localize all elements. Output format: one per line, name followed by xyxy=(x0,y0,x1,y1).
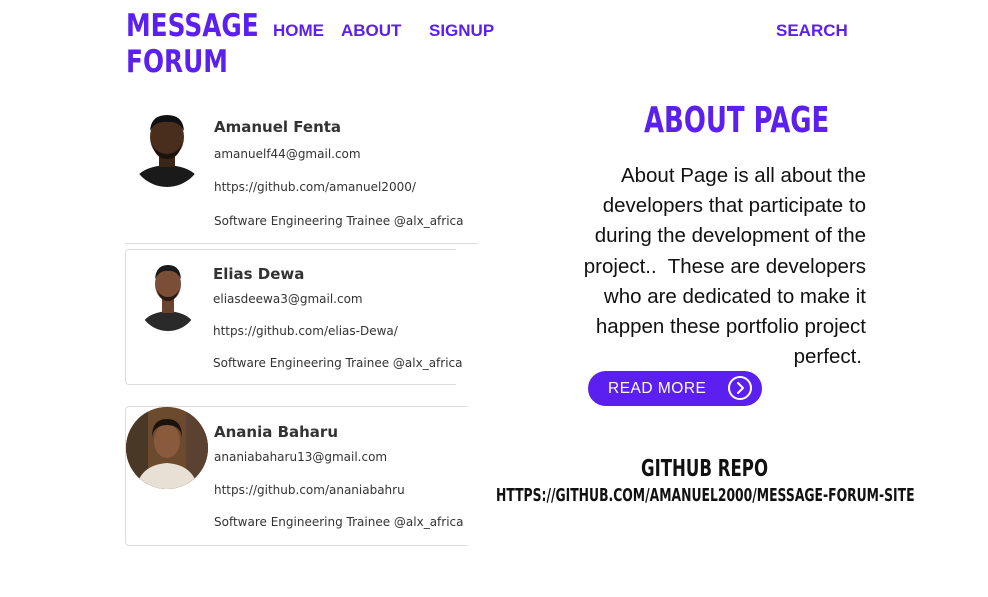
about-line: About Page is all about the xyxy=(620,164,866,187)
developer-name: Amanuel Fenta xyxy=(214,118,342,136)
avatar xyxy=(131,107,203,187)
about-line: who are dedicated to make it xyxy=(603,284,866,308)
about-title: ABOUT PAGE xyxy=(644,100,830,141)
developer-github-link[interactable]: https://github.com/ananiabahru xyxy=(214,483,405,497)
about-line: developers that participate to xyxy=(602,194,866,218)
nav-search-link[interactable]: SEARCH xyxy=(776,21,848,41)
read-more-label: READ MORE xyxy=(608,380,707,397)
nav-about-link[interactable]: ABOUT xyxy=(341,21,401,41)
nav-home-link[interactable]: HOME xyxy=(273,21,324,41)
developer-email: amanuelf44@gmail.com xyxy=(214,147,361,161)
developer-name: Elias Dewa xyxy=(213,265,305,283)
developer-card: Anania Baharu ananiabaharu13@gmail.com h… xyxy=(125,406,468,546)
developer-role: Software Engineering Trainee @alx_africa xyxy=(213,356,463,370)
avatar xyxy=(126,407,208,489)
developer-role: Software Engineering Trainee @alx_africa xyxy=(214,214,464,228)
developer-email: eliasdeewa3@gmail.com xyxy=(213,292,363,306)
developer-github-link[interactable]: https://github.com/elias-Dewa/ xyxy=(213,324,398,338)
about-line: during the development of the xyxy=(594,224,866,248)
developer-role: Software Engineering Trainee @alx_africa xyxy=(214,515,464,529)
chevron-right-icon xyxy=(728,376,752,400)
site-logo[interactable]: MESSAGE FORUM xyxy=(126,8,259,80)
read-more-button[interactable]: READ MORE xyxy=(588,371,762,406)
developer-card: Elias Dewa eliasdeewa3@gmail.com https:/… xyxy=(125,249,463,385)
developer-github-link[interactable]: https://github.com/amanuel2000/ xyxy=(214,180,416,194)
github-repo-link[interactable]: HTTPS://GITHUB.COM/AMANUEL2000/MESSAGE-F… xyxy=(496,486,915,506)
developer-card: Amanuel Fenta amanuelf44@gmail.com https… xyxy=(125,100,478,244)
developer-name: Anania Baharu xyxy=(214,423,339,441)
logo-line-1: MESSAGE xyxy=(126,8,259,44)
developer-email: ananiabaharu13@gmail.com xyxy=(214,450,388,464)
about-line: perfect. xyxy=(793,345,862,369)
github-repo-title: GITHUB REPO xyxy=(641,456,769,482)
nav-signup-link[interactable]: SIGNUP xyxy=(429,21,494,41)
about-description: About Page is all about the developers t… xyxy=(566,161,866,372)
logo-line-2: FORUM xyxy=(126,44,228,80)
about-line: project.. These are developers xyxy=(583,254,866,278)
avatar xyxy=(138,257,198,331)
about-line: happen these portfolio project xyxy=(595,315,866,339)
